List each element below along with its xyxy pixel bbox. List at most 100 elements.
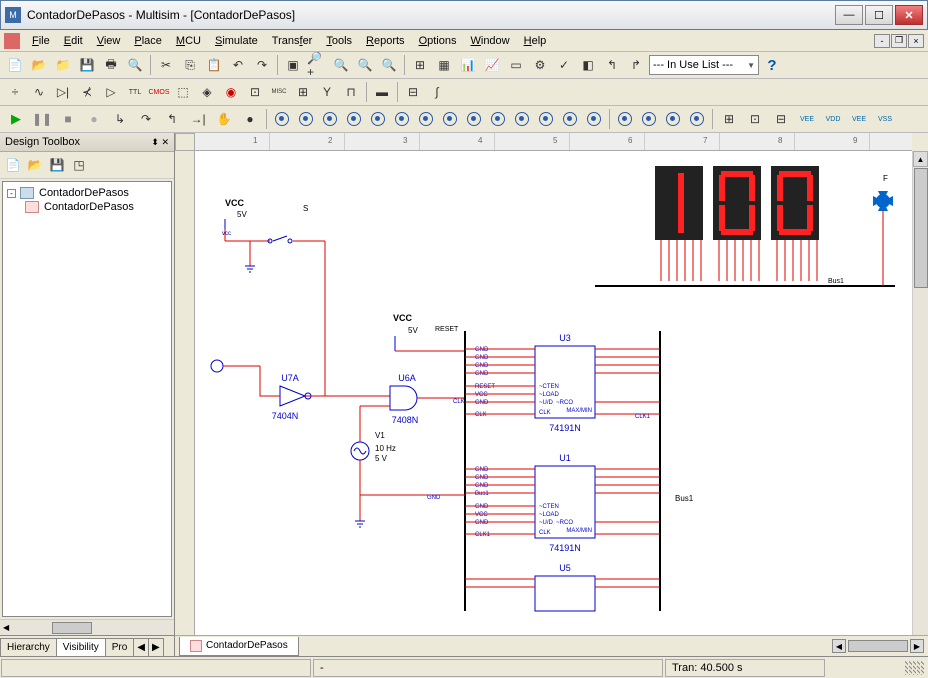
grapher-button[interactable]: 📊 — [457, 54, 479, 76]
tree-child-node[interactable]: ContadorDePasos — [25, 200, 167, 214]
menu-options[interactable]: Options — [413, 33, 463, 49]
wattmeter-instrument[interactable] — [319, 108, 341, 130]
probe-vee2[interactable]: VEE — [847, 108, 871, 130]
frequency-counter-instrument[interactable] — [415, 108, 437, 130]
mdi-minimize[interactable]: - — [874, 34, 890, 48]
bode-plotter-instrument[interactable] — [391, 108, 413, 130]
tree-collapse-icon[interactable]: - — [7, 189, 16, 198]
ttl-component[interactable]: TTL — [124, 81, 146, 103]
misc-component[interactable]: MISC — [268, 81, 290, 103]
tab-visibility[interactable]: Visibility — [56, 638, 106, 656]
mdi-restore[interactable]: ❐ — [891, 34, 907, 48]
mdi-close[interactable]: × — [908, 34, 924, 48]
logic-analyzer-instrument[interactable] — [463, 108, 485, 130]
zoom-area-button[interactable]: 🔍 — [354, 54, 376, 76]
vertical-scrollbar[interactable]: ▲ — [912, 151, 928, 635]
menu-place[interactable]: Place — [128, 33, 168, 49]
sidebar-hscroll[interactable]: ◀ — [0, 619, 174, 635]
in-use-list-dropdown[interactable]: --- In Use List --- ▼ — [649, 55, 759, 75]
hscroll-right[interactable]: ▶ — [910, 639, 924, 653]
oscilloscope-instrument[interactable] — [343, 108, 365, 130]
back-annotate-button[interactable]: ↰ — [601, 54, 623, 76]
tab-scroll-right[interactable]: ▶ — [148, 638, 164, 656]
fullscreen-button[interactable]: ▣ — [282, 54, 304, 76]
component-wizard-button[interactable]: ⚙ — [529, 54, 551, 76]
print-preview-button[interactable]: 🔍 — [124, 54, 146, 76]
open-button[interactable]: 📂 — [28, 54, 50, 76]
menu-window[interactable]: Window — [464, 33, 515, 49]
new-button[interactable]: 📄 — [4, 54, 26, 76]
forward-annotate-button[interactable]: ↱ — [625, 54, 647, 76]
labview-instrument[interactable]: ⊞ — [717, 108, 741, 130]
doc-tab-contador[interactable]: ContadorDePasos — [179, 637, 299, 656]
mcu-component[interactable]: ▬ — [371, 81, 393, 103]
logic-converter-instrument[interactable] — [487, 108, 509, 130]
capture-button[interactable]: ◧ — [577, 54, 599, 76]
erc-button[interactable]: ✓ — [553, 54, 575, 76]
database-button[interactable]: ▦ — [433, 54, 455, 76]
tab-hierarchy[interactable]: Hierarchy — [0, 638, 57, 656]
toggle-breakpoint-button[interactable]: ● — [238, 108, 262, 130]
spectrum-analyzer-instrument[interactable] — [559, 108, 581, 130]
breakpoint-button[interactable]: ✋ — [212, 108, 236, 130]
menu-view[interactable]: View — [91, 33, 127, 49]
maximize-button[interactable]: ☐ — [865, 5, 893, 25]
open-design-button[interactable]: 📂 — [25, 155, 45, 175]
zoom-fit-button[interactable]: 🔍 — [378, 54, 400, 76]
mixed-component[interactable]: ◈ — [196, 81, 218, 103]
paste-button[interactable]: 📋 — [203, 54, 225, 76]
sidebar-scroll-thumb[interactable] — [52, 622, 92, 634]
step-over-button[interactable]: ↷ — [134, 108, 158, 130]
basic-component[interactable]: ∿ — [28, 81, 50, 103]
electromech-component[interactable]: ⊓ — [340, 81, 362, 103]
agilent-mm-instrument[interactable] — [638, 108, 660, 130]
indicator-component[interactable]: ◉ — [220, 81, 242, 103]
cut-button[interactable]: ✂ — [155, 54, 177, 76]
function-generator-instrument[interactable] — [295, 108, 317, 130]
misc-digital-component[interactable]: ⬚ — [172, 81, 194, 103]
menu-simulate[interactable]: Simulate — [209, 33, 264, 49]
close-design-button[interactable]: ◳ — [69, 155, 89, 175]
hscroll-thumb[interactable] — [848, 640, 908, 652]
zoom-in-button[interactable]: 🔎+ — [306, 54, 328, 76]
zoom-out-button[interactable]: 🔍 — [330, 54, 352, 76]
menu-reports[interactable]: Reports — [360, 33, 411, 49]
distortion-analyzer-instrument[interactable] — [535, 108, 557, 130]
probe-point-icon[interactable] — [211, 360, 223, 372]
spreadsheet-button[interactable]: ⊞ — [409, 54, 431, 76]
four-channel-scope-instrument[interactable] — [367, 108, 389, 130]
minimize-button[interactable]: — — [835, 5, 863, 25]
menu-tools[interactable]: Tools — [320, 33, 358, 49]
record-button[interactable]: ● — [82, 108, 106, 130]
tab-project[interactable]: Pro — [105, 638, 135, 656]
iv-analyzer-instrument[interactable] — [511, 108, 533, 130]
save-button[interactable]: 💾 — [76, 54, 98, 76]
redo-button[interactable]: ↷ — [251, 54, 273, 76]
postprocessor-button[interactable]: 📈 — [481, 54, 503, 76]
menu-file[interactable]: File — [26, 33, 56, 49]
help-button[interactable]: ? — [761, 54, 783, 76]
menu-mcu[interactable]: MCU — [170, 33, 207, 49]
canvas-hscroll[interactable]: ◀ ▶ — [299, 639, 928, 653]
run-to-cursor-button[interactable]: →| — [186, 108, 210, 130]
multimeter-instrument[interactable] — [271, 108, 293, 130]
tek-scope-instrument[interactable] — [686, 108, 708, 130]
hierarchy-component[interactable]: ⊟ — [402, 81, 424, 103]
new-design-button[interactable]: 📄 — [3, 155, 23, 175]
tree-root-node[interactable]: - ContadorDePasos — [7, 186, 167, 200]
power-component[interactable]: ⊡ — [244, 81, 266, 103]
cmos-component[interactable]: CMOS — [148, 81, 170, 103]
undo-button[interactable]: ↶ — [227, 54, 249, 76]
vscroll-thumb[interactable] — [914, 168, 928, 288]
save-design-button[interactable]: 💾 — [47, 155, 67, 175]
transistor-component[interactable]: ⊀ — [76, 81, 98, 103]
probe-vdd[interactable]: VDD — [821, 108, 845, 130]
breadboard-button[interactable]: ▭ — [505, 54, 527, 76]
schematic-canvas[interactable]: VCC 5V vcc S — [195, 151, 912, 635]
measurement-probe[interactable]: ⊡ — [743, 108, 767, 130]
hscroll-left[interactable]: ◀ — [832, 639, 846, 653]
open-samples-button[interactable]: 📁 — [52, 54, 74, 76]
network-analyzer-instrument[interactable] — [583, 108, 605, 130]
step-into-button[interactable]: ↳ — [108, 108, 132, 130]
tab-scroll-left[interactable]: ◀ — [133, 638, 149, 656]
